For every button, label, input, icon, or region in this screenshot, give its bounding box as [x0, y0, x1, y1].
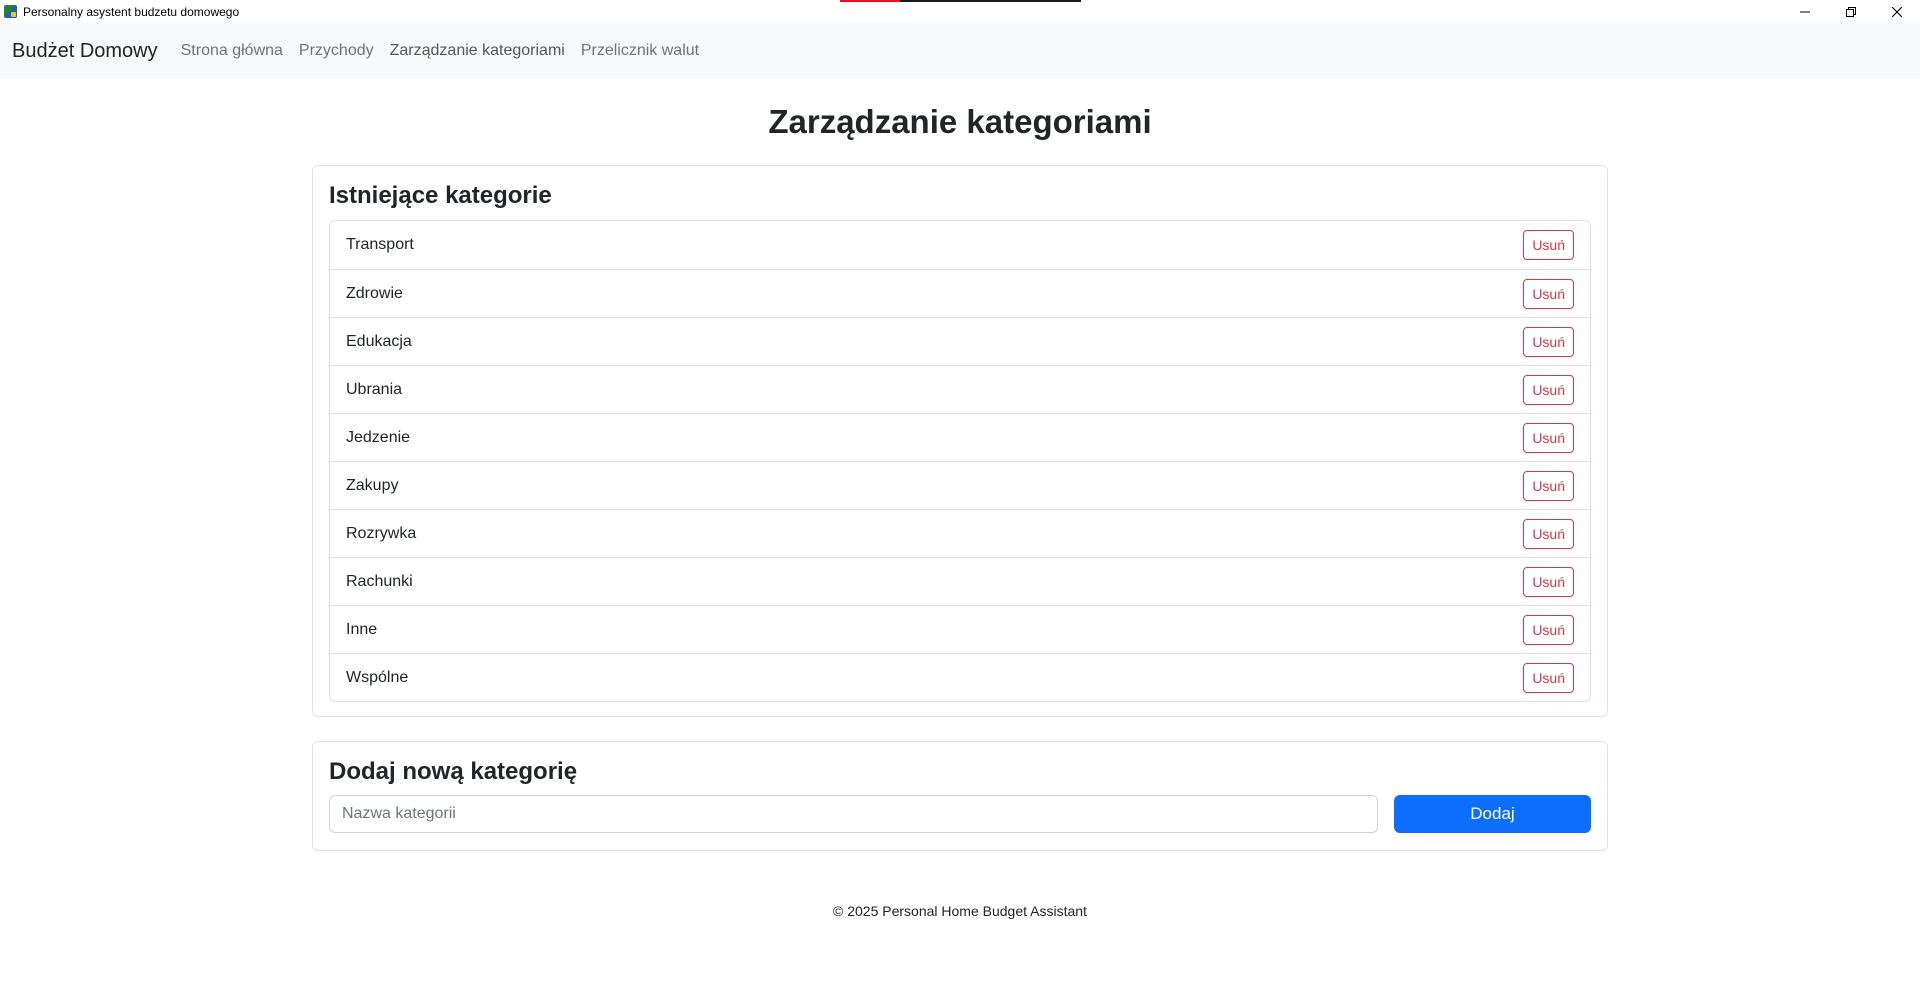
category-list-item: Inne Usuń [330, 605, 1590, 653]
delete-category-button[interactable]: Usuń [1523, 566, 1574, 597]
category-list-item: Rozrywka Usuń [330, 509, 1590, 557]
title-progress-fill [840, 0, 901, 2]
nav-link-home[interactable]: Strona główna [181, 42, 283, 60]
delete-category-button[interactable]: Usuń [1523, 470, 1574, 501]
delete-category-button[interactable]: Usuń [1523, 326, 1574, 357]
delete-category-button[interactable]: Usuń [1523, 614, 1574, 645]
category-name: Edukacja [346, 332, 412, 350]
nav-link-currency-converter[interactable]: Przelicznik walut [581, 42, 699, 60]
delete-category-button[interactable]: Usuń [1523, 278, 1574, 309]
restore-button[interactable] [1828, 0, 1874, 23]
nav-link-categories[interactable]: Zarządzanie kategoriami [390, 42, 565, 60]
category-name: Rachunki [346, 572, 413, 590]
restore-icon [1846, 6, 1856, 17]
category-list-item: Zdrowie Usuń [330, 269, 1590, 317]
footer-copyright: © 2025 Personal Home Budget Assistant [833, 903, 1087, 919]
category-name: Ubrania [346, 380, 403, 398]
delete-category-button[interactable]: Usuń [1523, 662, 1574, 693]
category-list-item: Edukacja Usuń [330, 317, 1590, 365]
existing-categories-heading: Istniejące kategorie [329, 182, 552, 209]
category-list-item: Wspólne Usuń [330, 653, 1590, 701]
window-title-bar: Personalny asystent budzetu domowego [0, 0, 1920, 23]
category-name-input[interactable] [329, 795, 1378, 833]
category-list-item: Transport Usuń [330, 221, 1590, 269]
top-navbar: Budżet Domowy Strona główna Przychody Za… [0, 23, 1920, 79]
navbar-brand[interactable]: Budżet Domowy [12, 40, 158, 63]
delete-category-button[interactable]: Usuń [1523, 422, 1574, 453]
category-list-item: Jedzenie Usuń [330, 413, 1590, 461]
minimize-button[interactable] [1782, 0, 1828, 23]
add-category-card: Dodaj nową kategorię Dodaj [312, 741, 1608, 851]
existing-categories-card: Istniejące kategorie Transport Usuń Zdrowi… [312, 165, 1608, 717]
close-icon [1892, 6, 1902, 17]
category-name: Zdrowie [346, 284, 403, 302]
title-progress-bar [840, 0, 1081, 2]
category-list: Transport Usuń Zdrowie Usuń Edukacja Usuń Ubra… [329, 220, 1591, 702]
category-list-item: Rachunki Usuń [330, 557, 1590, 605]
category-name: Wspólne [346, 668, 409, 686]
category-list-item: Zakupy Usuń [330, 461, 1590, 509]
delete-category-button[interactable]: Usuń [1523, 230, 1574, 260]
window-controls [1782, 0, 1920, 23]
category-name: Inne [346, 620, 378, 638]
add-category-form: Dodaj [329, 795, 1591, 833]
category-list-item: Ubrania Usuń [330, 365, 1590, 413]
add-category-button[interactable]: Dodaj [1394, 795, 1591, 833]
category-name: Rozrywka [346, 524, 417, 542]
category-name: Transport [346, 236, 414, 253]
delete-category-button[interactable]: Usuń [1523, 518, 1574, 549]
page-title: Zarządzanie kategoriami [768, 103, 1152, 140]
category-name: Jedzenie [346, 428, 411, 446]
delete-category-button[interactable]: Usuń [1523, 374, 1574, 405]
add-category-heading: Dodaj nową kategorię [329, 758, 578, 785]
minimize-icon [1800, 11, 1810, 12]
close-button[interactable] [1874, 0, 1920, 23]
category-name: Zakupy [346, 476, 399, 494]
window-title: Personalny asystent budzetu domowego [23, 4, 240, 19]
app-icon [4, 5, 17, 18]
nav-link-income[interactable]: Przychody [299, 42, 374, 60]
